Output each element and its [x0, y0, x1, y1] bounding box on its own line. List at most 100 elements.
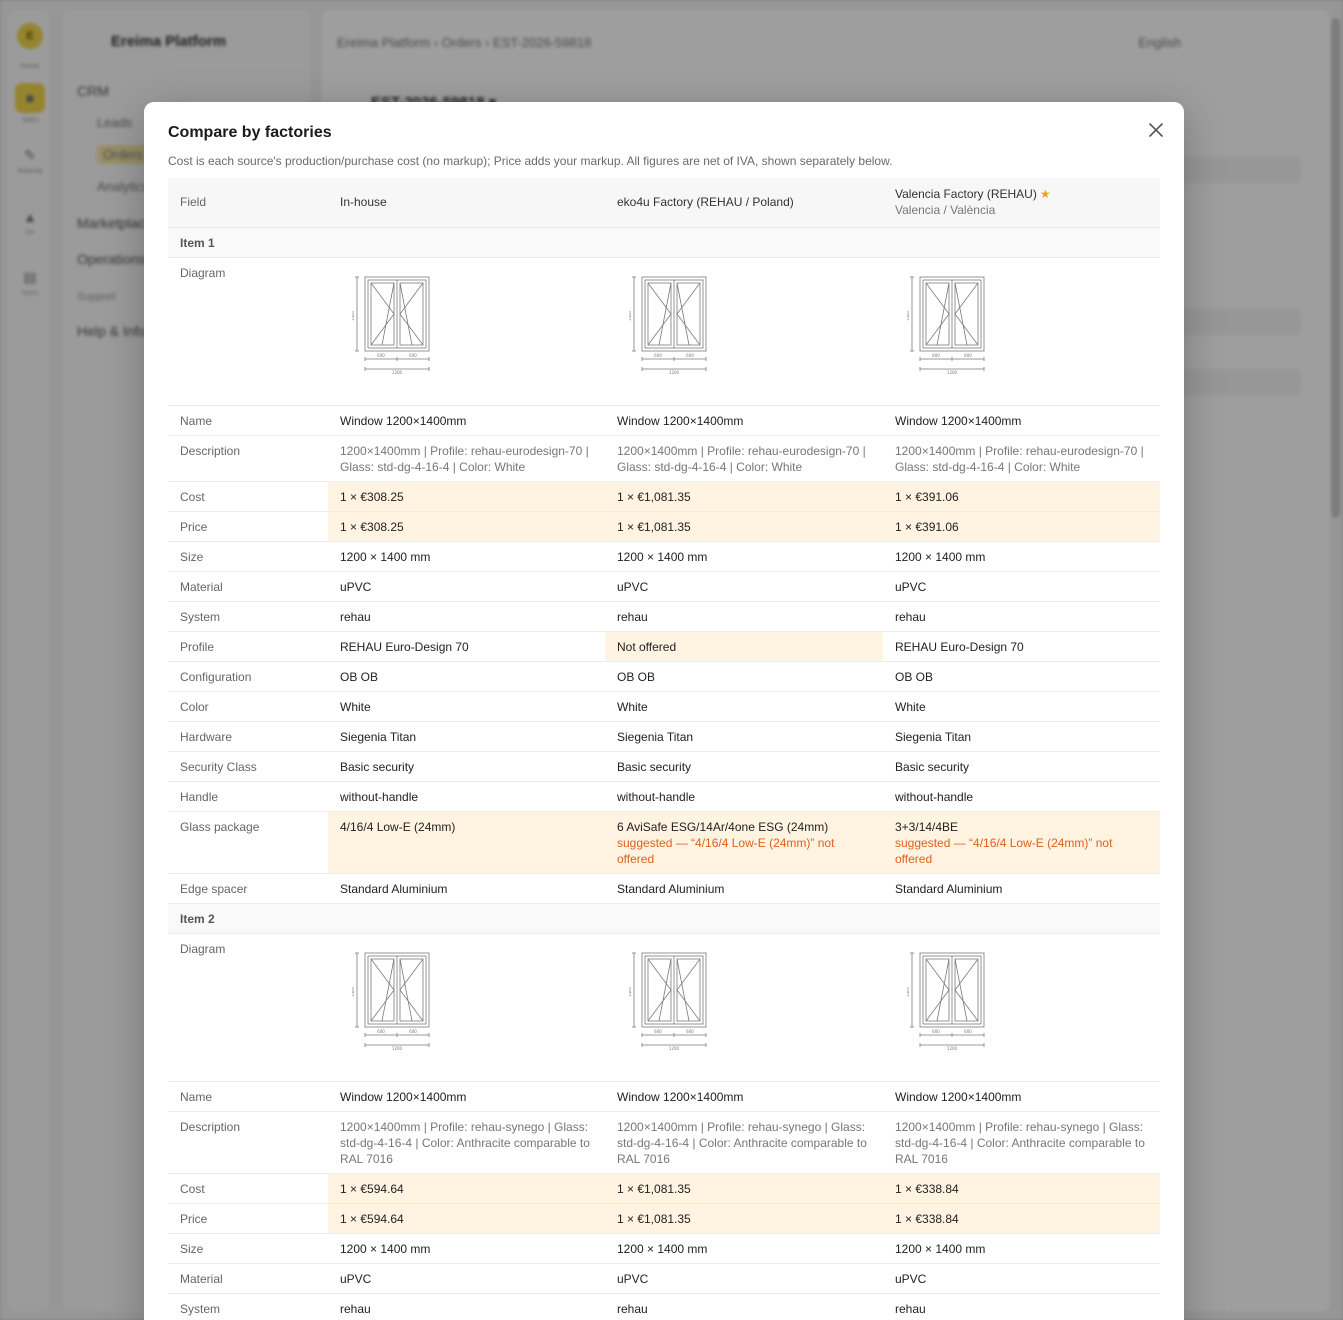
table-cell: 1 × €338.84	[883, 1203, 1160, 1234]
table-row: Security Class Basic security Basic securi…	[168, 751, 1160, 782]
diagram-width-label: 1200	[392, 370, 403, 375]
diagram-cell[interactable]: 1400 600 600 1200	[605, 933, 883, 1082]
field-label: Profile	[168, 631, 328, 662]
cell-value: Window 1200×1400mm	[895, 1089, 1022, 1104]
diagram-cell[interactable]: 1400 600 600 1200	[328, 257, 605, 406]
table-cell: Window 1200×1400mm	[883, 405, 1160, 436]
cell-value: uPVC	[895, 1271, 927, 1286]
table-cell: uPVC	[605, 1263, 883, 1294]
table-row: Name Window 1200×1400mm Window 1200×1400mm…	[168, 405, 1160, 436]
cell-value: REHAU Euro-Design 70	[340, 639, 469, 654]
table-cell: 1 × €391.06	[883, 511, 1160, 542]
diagram-width-label: 1200	[947, 1046, 958, 1051]
table-cell: Basic security	[605, 751, 883, 782]
cell-value: 1 × €308.25	[340, 519, 404, 534]
table-cell: 1200×1400mm | Profile: rehau-synego | Gl…	[328, 1111, 605, 1174]
table-cell: Not offered	[605, 631, 883, 662]
diagram-sash-label: 600	[409, 353, 417, 358]
table-cell: 1 × €594.64	[328, 1173, 605, 1204]
window-diagram-icon: 1400 600 600 1200	[907, 952, 985, 1051]
cell-value: 1 × €594.64	[340, 1211, 404, 1226]
table-cell: Basic security	[883, 751, 1160, 782]
item-header-row: Item 1	[168, 227, 1160, 258]
diagram-sash-label: 600	[964, 1029, 972, 1034]
table-cell: rehau	[605, 601, 883, 632]
table-cell: Standard Aluminium	[328, 873, 605, 904]
close-button[interactable]	[1146, 120, 1166, 140]
table-cell: 1200 × 1400 mm	[605, 541, 883, 572]
table-cell: uPVC	[328, 1263, 605, 1294]
diagram-sash-label: 600	[932, 353, 940, 358]
table-cell: White	[328, 691, 605, 722]
table-cell: 3+3/14/4BE suggested — “4/16/4 Low-E (24m…	[883, 811, 1160, 874]
cell-value: without-handle	[340, 789, 419, 804]
table-cell: 6 AviSafe ESG/14Ar/4one ESG (24mm) sugges…	[605, 811, 883, 874]
cell-value: REHAU Euro-Design 70	[895, 639, 1024, 654]
table-cell: Window 1200×1400mm	[328, 405, 605, 436]
diagram-sash-label: 600	[686, 353, 694, 358]
table-row: Configuration OB OB OB OB OB OB	[168, 661, 1160, 692]
table-cell: rehau	[328, 601, 605, 632]
table-row: Color White White White	[168, 691, 1160, 722]
cell-value: uPVC	[617, 1271, 649, 1286]
cell-value: 1200×1400mm | Profile: rehau-eurodesign-…	[617, 443, 866, 474]
cell-value: Standard Aluminium	[340, 881, 448, 896]
cell-value: without-handle	[895, 789, 974, 804]
table-row: Material uPVC uPVC uPVC	[168, 1263, 1160, 1294]
star-icon: ★	[1039, 187, 1051, 202]
table-row: Handle without-handle without-handle withou…	[168, 781, 1160, 812]
table-cell: 1200 × 1400 mm	[328, 541, 605, 572]
table-cell: 1200×1400mm | Profile: rehau-eurodesign-…	[328, 435, 605, 482]
diagram-height-label: 1400	[352, 310, 355, 321]
table-cell: rehau	[605, 1293, 883, 1320]
table-cell: 1200×1400mm | Profile: rehau-eurodesign-…	[605, 435, 883, 482]
diagram-cell[interactable]: 1400 600 600 1200	[883, 933, 1160, 1082]
cell-value: Not offered	[617, 639, 677, 654]
field-label: Color	[168, 691, 328, 722]
cell-value: White	[340, 699, 371, 714]
cell-value: Siegenia Titan	[895, 729, 972, 744]
cell-value: uPVC	[895, 579, 927, 594]
field-label: Material	[168, 1263, 328, 1294]
table-cell: 1 × €594.64	[328, 1203, 605, 1234]
cell-value: uPVC	[617, 579, 649, 594]
column-header-in-house: In-house	[328, 178, 605, 228]
table-cell: Standard Aluminium	[605, 873, 883, 904]
cell-value: rehau	[895, 1301, 926, 1316]
table-row: Description 1200×1400mm | Profile: rehau-…	[168, 1111, 1160, 1174]
diagram-cell[interactable]: 1400 600 600 1200	[605, 257, 883, 406]
diagram-cell[interactable]: 1400 600 600 1200	[328, 933, 605, 1082]
cell-value: Standard Aluminium	[895, 881, 1003, 896]
field-label: Cost	[168, 481, 328, 512]
cell-value: OB OB	[340, 669, 379, 684]
table-row: System rehau rehau rehau	[168, 601, 1160, 632]
diagram-width-label: 1200	[669, 370, 680, 375]
table-cell: 1 × €308.25	[328, 481, 605, 512]
field-label: Name	[168, 1081, 328, 1112]
diagram-cell[interactable]: 1400 600 600 1200	[883, 257, 1160, 406]
item-label: Item 2	[168, 903, 1160, 934]
table-cell: 4/16/4 Low-E (24mm)	[328, 811, 605, 874]
diagram-sash-label: 600	[377, 1029, 385, 1034]
cell-value: 4/16/4 Low-E (24mm)	[340, 819, 456, 834]
table-row: Price 1 × €594.64 1 × €1,081.35 1 × €338.84	[168, 1203, 1160, 1234]
cell-value: 1200 × 1400 mm	[340, 1241, 431, 1256]
cell-value: 1200×1400mm | Profile: rehau-synego | Gl…	[617, 1119, 867, 1166]
table-cell: Siegenia Titan	[605, 721, 883, 752]
table-row: Glass package 4/16/4 Low-E (24mm) 6 AviSaf…	[168, 811, 1160, 874]
column-header-eko4u: eko4u Factory (REHAU / Poland)	[605, 178, 883, 228]
cell-value: Window 1200×1400mm	[895, 413, 1022, 428]
diagram-row: Diagram 1400 600 600 1200 1400 600 600 1…	[168, 257, 1160, 406]
cell-value: 1200×1400mm | Profile: rehau-eurodesign-…	[895, 443, 1144, 474]
window-diagram-icon: 1400 600 600 1200	[907, 276, 985, 375]
table-row: Cost 1 × €308.25 1 × €1,081.35 1 × €391.06	[168, 481, 1160, 512]
table-cell: Basic security	[328, 751, 605, 782]
cell-value: 1 × €338.84	[895, 1181, 959, 1196]
column-header-valencia: Valencia Factory (REHAU) ★ Valencia / Val…	[883, 178, 1160, 228]
field-label: Handle	[168, 781, 328, 812]
cell-value: 1 × €594.64	[340, 1181, 404, 1196]
cell-value: 1 × €338.84	[895, 1211, 959, 1226]
table-cell: rehau	[883, 1293, 1160, 1320]
cell-value: Basic security	[617, 759, 692, 774]
compare-factories-dialog: Compare by factories Cost is each source…	[144, 102, 1184, 1320]
